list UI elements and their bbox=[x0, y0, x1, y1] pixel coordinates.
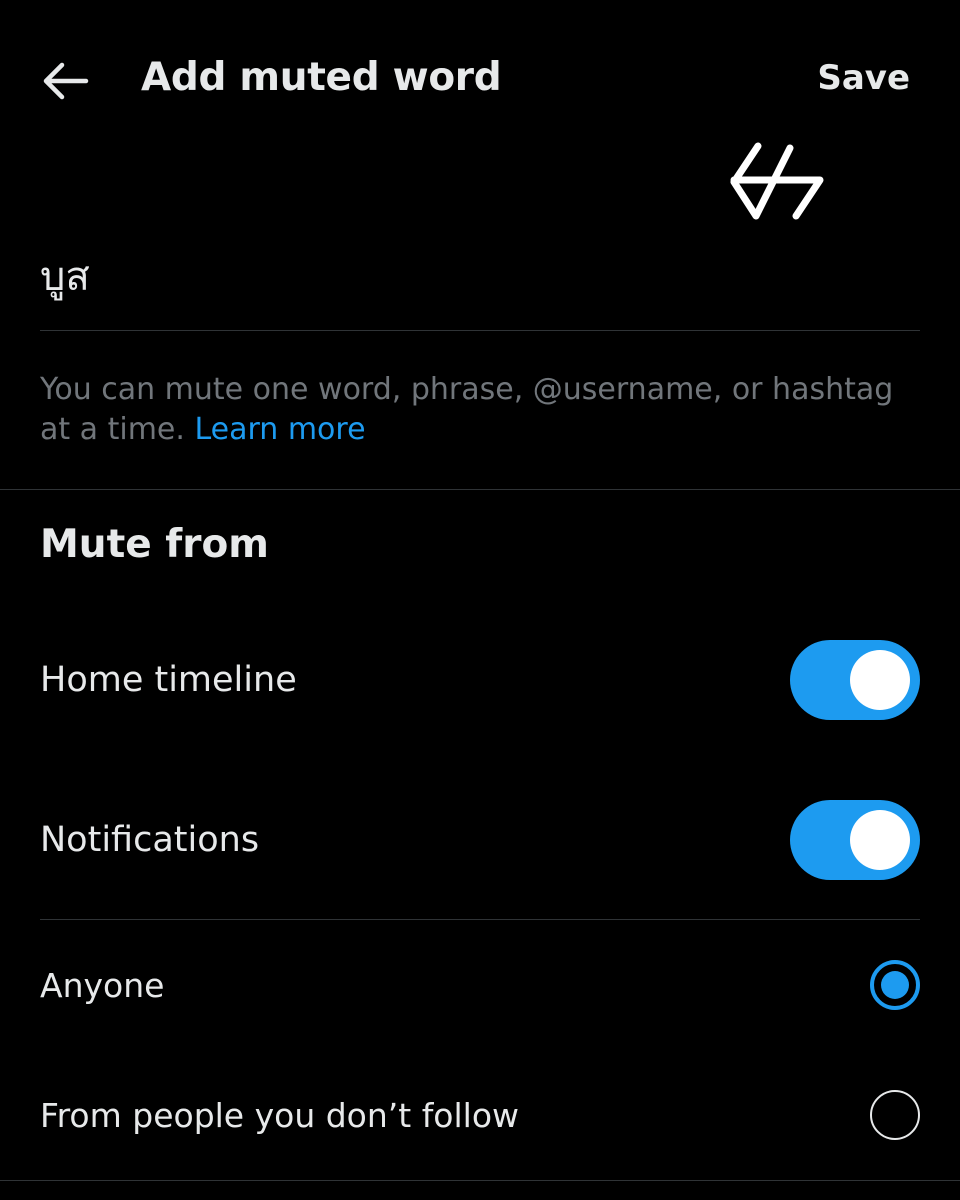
home-timeline-label: Home timeline bbox=[40, 660, 297, 700]
muted-word-value[interactable]: บูส bbox=[40, 244, 90, 308]
anyone-radio[interactable] bbox=[870, 960, 920, 1010]
mute-from-heading: Mute from bbox=[40, 522, 269, 567]
anyone-option-row[interactable]: Anyone bbox=[40, 940, 920, 1030]
section-divider bbox=[0, 489, 960, 490]
anyone-option-label: Anyone bbox=[40, 965, 165, 1005]
non-followers-radio[interactable] bbox=[870, 1090, 920, 1140]
home-timeline-toggle[interactable] bbox=[790, 640, 920, 720]
notifications-toggle[interactable] bbox=[790, 800, 920, 880]
page-title: Add muted word bbox=[141, 55, 502, 100]
helper-description: You can mute one word, phrase, @username… bbox=[40, 372, 894, 447]
radio-selected-dot bbox=[881, 971, 909, 999]
handwritten-logo bbox=[730, 142, 824, 220]
non-followers-option-label: From people you don’t follow bbox=[40, 1095, 520, 1135]
notifications-row[interactable]: Notifications bbox=[40, 795, 920, 885]
toggle-knob bbox=[850, 650, 910, 710]
top-app-bar: Add muted word Save bbox=[0, 0, 960, 160]
learn-more-link[interactable]: Learn more bbox=[194, 412, 365, 447]
home-timeline-row[interactable]: Home timeline bbox=[40, 635, 920, 725]
muted-word-field[interactable]: บูส bbox=[40, 230, 920, 331]
save-button[interactable]: Save bbox=[817, 58, 910, 98]
non-followers-option-row[interactable]: From people you don’t follow bbox=[40, 1070, 920, 1160]
back-button[interactable] bbox=[40, 56, 100, 106]
list-divider bbox=[40, 919, 920, 920]
arrow-left-icon bbox=[43, 62, 89, 100]
toggle-knob bbox=[850, 810, 910, 870]
bottom-divider bbox=[0, 1180, 960, 1181]
notifications-label: Notifications bbox=[40, 820, 260, 860]
helper-text: You can mute one word, phrase, @username… bbox=[40, 370, 920, 450]
